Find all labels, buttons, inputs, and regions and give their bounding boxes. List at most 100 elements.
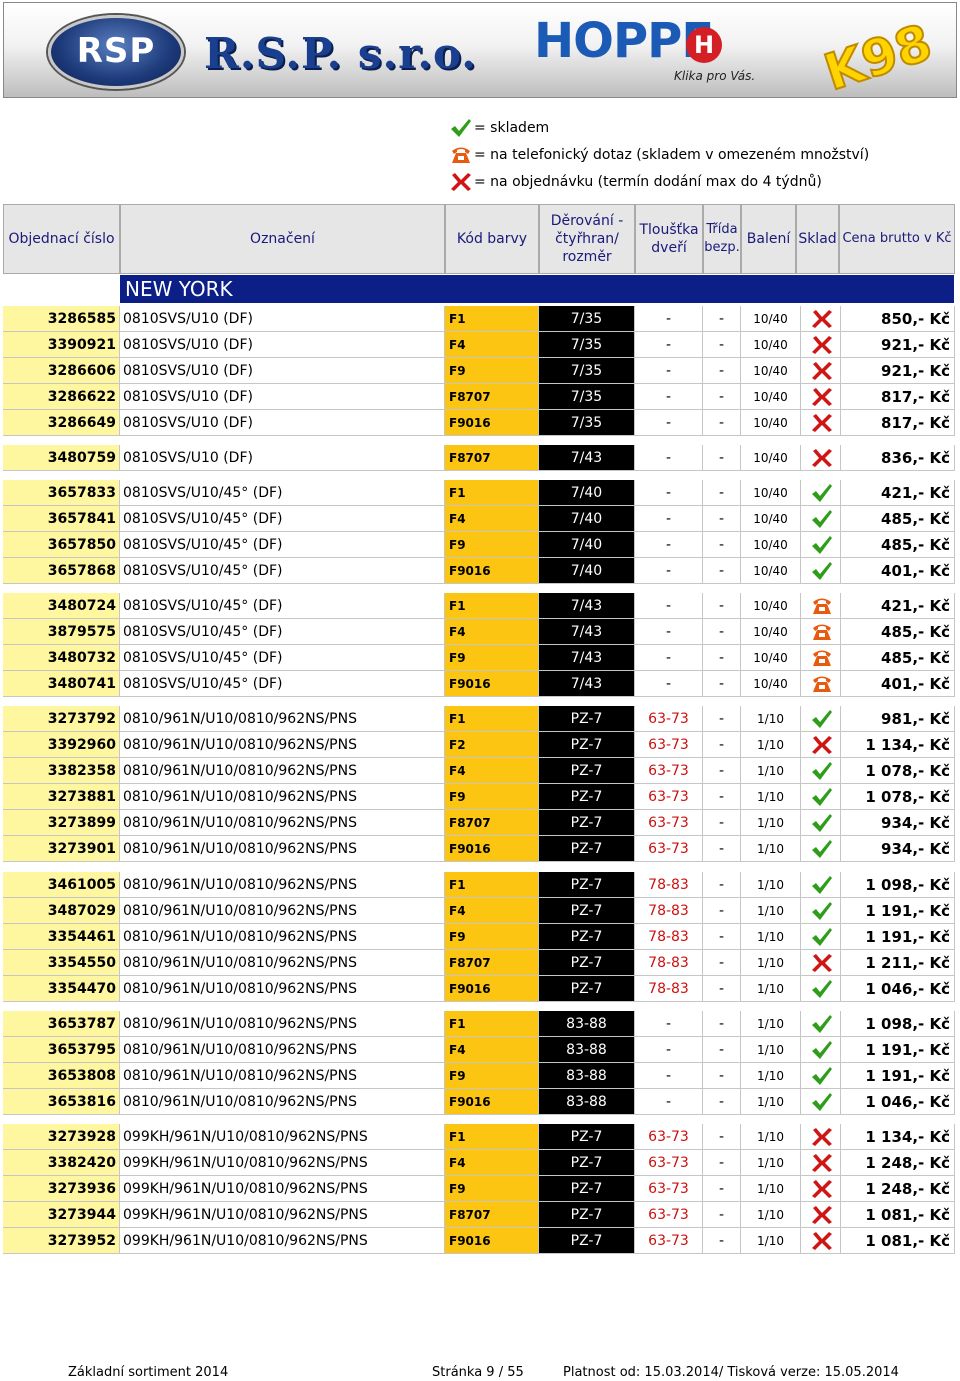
price-cell: 401,- Kč	[841, 671, 955, 697]
stock-status-cell	[801, 1228, 841, 1254]
cross-icon	[812, 1128, 832, 1146]
color-code-cell: F1	[445, 706, 539, 732]
legend-text: = na objednávku (termín dodání max do 4 …	[474, 174, 822, 190]
dimension-cell: 7/43	[539, 671, 635, 697]
stock-status-cell	[801, 671, 841, 697]
packaging-cell: 1/10	[741, 1011, 801, 1037]
color-code-cell: F9016	[445, 1228, 539, 1254]
door-thickness-cell: 63-73	[635, 1124, 703, 1150]
dimension-cell: 7/35	[539, 332, 635, 358]
check-icon	[812, 1067, 832, 1085]
order-number-cell: 3653808	[3, 1063, 120, 1089]
table-row: 3286585 0810SVS/U10 (DF) F1 7/35- -10/40 850,…	[3, 306, 955, 332]
check-icon	[812, 928, 832, 946]
designation-cell: 0810/961N/U10/0810/962NS/PNS	[120, 1063, 445, 1089]
table-row: 3390921 0810SVS/U10 (DF) F4 7/35- -10/40 921,…	[3, 332, 955, 358]
check-icon	[812, 1015, 832, 1033]
header-designation: Označení	[120, 204, 445, 274]
packaging-cell: 1/10	[741, 976, 801, 1002]
stock-status-cell	[801, 784, 841, 810]
packaging-cell: 1/10	[741, 1176, 801, 1202]
header-color-code: Kód barvy	[445, 204, 539, 274]
stock-status-cell	[801, 332, 841, 358]
color-code-cell: F9	[445, 358, 539, 384]
stock-status-cell	[801, 1089, 841, 1115]
price-cell: 817,- Kč	[841, 384, 955, 410]
table-row: 3657868 0810SVS/U10/45° (DF) F9016 7/40- -10…	[3, 558, 955, 584]
price-cell: 485,- Kč	[841, 619, 955, 645]
security-class-cell: -	[703, 532, 741, 558]
price-cell: 1 046,- Kč	[841, 1089, 955, 1115]
order-number-cell: 3273936	[3, 1176, 120, 1202]
door-thickness-cell: -	[635, 593, 703, 619]
order-number-cell: 3273944	[3, 1202, 120, 1228]
dimension-cell: 83-88	[539, 1037, 635, 1063]
stock-status-cell	[801, 645, 841, 671]
price-cell: 421,- Kč	[841, 593, 955, 619]
price-cell: 1 248,- Kč	[841, 1150, 955, 1176]
order-number-cell: 3657850	[3, 532, 120, 558]
stock-status-cell	[801, 706, 841, 732]
order-number-cell: 3461005	[3, 872, 120, 898]
order-number-cell: 3390921	[3, 332, 120, 358]
color-code-cell: F9	[445, 784, 539, 810]
dimension-cell: PZ-7	[539, 1202, 635, 1228]
check-icon	[812, 536, 832, 554]
security-class-cell: -	[703, 593, 741, 619]
door-thickness-cell: 63-73	[635, 1228, 703, 1254]
price-cell: 485,- Kč	[841, 506, 955, 532]
table-row: 3354461 0810/961N/U10/0810/962NS/PNS F9 PZ-…	[3, 924, 955, 950]
svg-text:K98: K98	[818, 13, 939, 93]
order-number-cell: 3480732	[3, 645, 120, 671]
packaging-cell: 1/10	[741, 1089, 801, 1115]
designation-cell: 0810/961N/U10/0810/962NS/PNS	[120, 706, 445, 732]
dimension-cell: 7/40	[539, 480, 635, 506]
check-icon	[812, 562, 832, 580]
door-thickness-cell: -	[635, 506, 703, 532]
security-class-cell: -	[703, 1011, 741, 1037]
designation-cell: 099KH/961N/U10/0810/962NS/PNS	[120, 1124, 445, 1150]
packaging-cell: 10/40	[741, 532, 801, 558]
security-class-cell: -	[703, 924, 741, 950]
table-row: 3392960 0810/961N/U10/0810/962NS/PNS F2 PZ-…	[3, 732, 955, 758]
footer-page-number: Stránka 9 / 55	[432, 1365, 524, 1380]
designation-cell: 099KH/961N/U10/0810/962NS/PNS	[120, 1150, 445, 1176]
designation-cell: 0810SVS/U10 (DF)	[120, 410, 445, 436]
stock-status-cell	[801, 532, 841, 558]
stock-status-cell	[801, 872, 841, 898]
check-icon	[451, 119, 471, 137]
dimension-cell: PZ-7	[539, 758, 635, 784]
color-code-cell: F1	[445, 306, 539, 332]
legend-text: = skladem	[474, 120, 550, 136]
price-cell: 485,- Kč	[841, 645, 955, 671]
color-code-cell: F9	[445, 1176, 539, 1202]
designation-cell: 0810/961N/U10/0810/962NS/PNS	[120, 836, 445, 862]
order-number-cell: 3273952	[3, 1228, 120, 1254]
cross-icon	[812, 1154, 832, 1172]
door-thickness-cell: 78-83	[635, 872, 703, 898]
table-row: 3879575 0810SVS/U10/45° (DF) F4 7/43- -10/40…	[3, 619, 955, 645]
order-number-cell: 3354550	[3, 950, 120, 976]
packaging-cell: 1/10	[741, 1124, 801, 1150]
dimension-cell: PZ-7	[539, 1228, 635, 1254]
packaging-cell: 1/10	[741, 898, 801, 924]
dimension-cell: PZ-7	[539, 1150, 635, 1176]
packaging-cell: 10/40	[741, 671, 801, 697]
color-code-cell: F1	[445, 1124, 539, 1150]
check-icon	[450, 118, 471, 138]
phone-icon	[813, 650, 831, 666]
packaging-cell: 1/10	[741, 1063, 801, 1089]
door-thickness-cell: 63-73	[635, 810, 703, 836]
security-class-cell: -	[703, 810, 741, 836]
door-thickness-cell: 63-73	[635, 758, 703, 784]
price-cell: 934,- Kč	[841, 810, 955, 836]
door-thickness-cell: 78-83	[635, 976, 703, 1002]
table-row: 3461005 0810/961N/U10/0810/962NS/PNS F1 PZ-…	[3, 872, 955, 898]
security-class-cell: -	[703, 784, 741, 810]
color-code-cell: F9016	[445, 671, 539, 697]
cross-icon	[812, 362, 832, 380]
color-code-cell: F2	[445, 732, 539, 758]
designation-cell: 0810/961N/U10/0810/962NS/PNS	[120, 810, 445, 836]
dimension-cell: 7/40	[539, 506, 635, 532]
designation-cell: 0810SVS/U10/45° (DF)	[120, 619, 445, 645]
